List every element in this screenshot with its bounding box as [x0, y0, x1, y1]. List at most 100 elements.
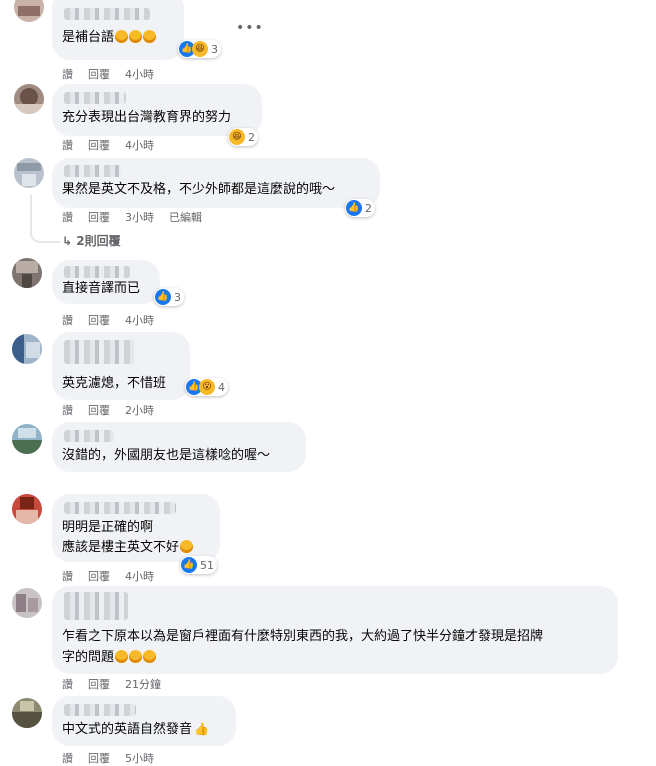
comment-bubble: 直接音譯而已: [52, 260, 160, 304]
comment-actions: 讚回覆 21分鐘: [62, 676, 176, 692]
avatar[interactable]: [14, 84, 44, 114]
avatar[interactable]: [12, 698, 42, 728]
commenter-name[interactable]: [64, 430, 114, 442]
reply-action[interactable]: 回覆: [88, 402, 110, 418]
reply-thread-line: [30, 195, 60, 243]
reaction-summary[interactable]: 👍 51: [180, 556, 217, 574]
avatar[interactable]: [12, 334, 42, 364]
reply-action[interactable]: 回覆: [88, 137, 110, 153]
avatar[interactable]: [12, 494, 42, 524]
replies-count-label: 2則回覆: [76, 234, 121, 248]
reply-action[interactable]: 回覆: [88, 66, 110, 82]
comment-text: 乍看之下原本以為是窗戶裡面有什麼特別東西的我，大約過了快半分鐘才發現是招牌 字的…: [62, 626, 543, 668]
comment-text: 沒錯的，外國朋友也是這樣唸的喔～: [62, 448, 271, 463]
reply-action[interactable]: 回覆: [88, 209, 110, 225]
edited-label[interactable]: 已編輯: [169, 209, 202, 225]
commenter-name[interactable]: [64, 165, 122, 177]
like-action[interactable]: 讚: [62, 568, 73, 584]
comment-bubble: 沒錯的，外國朋友也是這樣唸的喔～: [52, 422, 306, 472]
commenter-name[interactable]: [64, 340, 134, 364]
comment-line: 字的問題: [62, 647, 543, 668]
comment-text: 英克濾熄，不惜班: [62, 376, 167, 391]
comment-actions: 讚回覆 4小時: [62, 66, 169, 82]
avatar[interactable]: [12, 588, 42, 618]
reaction-count: 4: [218, 380, 225, 394]
reaction-summary[interactable]: 👍 😆 3: [178, 40, 221, 58]
like-action[interactable]: 讚: [62, 676, 73, 692]
reply-action[interactable]: 回覆: [88, 312, 110, 328]
like-reaction-icon: 👍: [155, 289, 171, 305]
reaction-summary[interactable]: 👍 2: [345, 199, 375, 217]
comment-bubble: 果然是英文不及格，不少外師都是這麼說的哦～: [52, 158, 380, 208]
comment-text: 是補台語: [62, 28, 157, 47]
reaction-summary[interactable]: 👍 😮 4: [185, 378, 228, 396]
comment-bubble: 英克濾熄，不惜班: [52, 332, 190, 400]
avatar[interactable]: [14, 0, 44, 22]
avatar[interactable]: [12, 258, 42, 288]
reaction-summary[interactable]: 😆 2: [228, 128, 258, 146]
comment-text: 直接音譯而已: [62, 281, 141, 296]
thumbs-up-emoji-icon: 👍: [194, 722, 209, 736]
reaction-count: 2: [248, 130, 255, 144]
comment-time[interactable]: 4小時: [125, 568, 154, 584]
view-replies-link[interactable]: ↳ 2則回覆: [62, 232, 121, 249]
commenter-name[interactable]: [64, 592, 128, 620]
laughing-emoji-icon: [143, 30, 157, 43]
laughing-emoji-icon: [129, 650, 143, 663]
comment-actions: 讚回覆 5小時: [62, 750, 169, 766]
comment-time[interactable]: 5小時: [125, 750, 154, 766]
comment-bubble: 乍看之下原本以為是窗戶裡面有什麼特別東西的我，大約過了快半分鐘才發現是招牌 字的…: [52, 586, 618, 674]
comment-time[interactable]: 4小時: [125, 66, 154, 82]
comment-line: 應該是樓主英文不好: [62, 538, 194, 558]
comment-bubble: 明明是正確的啊 應該是樓主英文不好: [52, 494, 220, 562]
reply-action[interactable]: 回覆: [88, 750, 110, 766]
reply-action[interactable]: 回覆: [88, 568, 110, 584]
reaction-summary[interactable]: 👍 3: [154, 288, 184, 306]
commenter-name[interactable]: [64, 92, 126, 104]
comment-text: 果然是英文不及格，不少外師都是這麼說的哦～: [62, 182, 336, 197]
like-action[interactable]: 讚: [62, 750, 73, 766]
commenter-name[interactable]: [64, 502, 176, 514]
haha-reaction-icon: 😆: [192, 41, 208, 57]
comment-bubble: 中文式的英語自然發音 👍: [52, 696, 236, 746]
commenter-name[interactable]: [64, 704, 136, 716]
like-action[interactable]: 讚: [62, 209, 73, 225]
like-action[interactable]: 讚: [62, 66, 73, 82]
comment-bubble: 充分表現出台灣教育界的努力: [52, 84, 262, 136]
laughing-emoji-icon: [143, 650, 157, 663]
laughing-emoji-icon: [129, 30, 143, 43]
comment-actions: 讚回覆 3小時 已編輯: [62, 209, 217, 225]
comment-text: 中文式的英語自然發音 👍: [62, 722, 209, 737]
comment-actions: 讚回覆 2小時: [62, 402, 169, 418]
avatar[interactable]: [12, 424, 42, 454]
commenter-name[interactable]: [64, 266, 130, 278]
like-action[interactable]: 讚: [62, 137, 73, 153]
like-reaction-icon: 👍: [346, 200, 362, 216]
comment-time[interactable]: 21分鐘: [125, 676, 161, 692]
comment-time[interactable]: 2小時: [125, 402, 154, 418]
comment-actions: 讚回覆 4小時: [62, 568, 169, 584]
comment-time[interactable]: 4小時: [125, 137, 154, 153]
comment-actions: 讚回覆 4小時: [62, 312, 169, 328]
comment-text: 充分表現出台灣教育界的努力: [62, 110, 232, 125]
comment-line: 乍看之下原本以為是窗戶裡面有什麼特別東西的我，大約過了快半分鐘才發現是招牌: [62, 629, 544, 644]
comment-time[interactable]: 4小時: [125, 312, 154, 328]
haha-reaction-icon: 😆: [229, 129, 245, 145]
like-action[interactable]: 讚: [62, 402, 73, 418]
comment-bubble: 是補台語: [52, 0, 184, 60]
reply-arrow-icon: ↳: [62, 234, 73, 248]
comment-time[interactable]: 3小時: [125, 209, 154, 225]
avatar[interactable]: [14, 158, 44, 188]
more-horizontal-icon[interactable]: •••: [236, 20, 264, 36]
reaction-count: 3: [174, 290, 181, 304]
like-action[interactable]: 讚: [62, 312, 73, 328]
smiling-emoji-icon: [180, 540, 194, 553]
comment-line: 明明是正確的啊: [62, 520, 154, 535]
comment-actions: 讚回覆 4小時: [62, 137, 169, 153]
wow-reaction-icon: 😮: [199, 379, 215, 395]
comment-text: 明明是正確的啊 應該是樓主英文不好: [62, 518, 194, 558]
reply-action[interactable]: 回覆: [88, 676, 110, 692]
laughing-emoji-icon: [115, 30, 129, 43]
commenter-name[interactable]: [64, 8, 150, 20]
reaction-count: 51: [200, 558, 214, 572]
